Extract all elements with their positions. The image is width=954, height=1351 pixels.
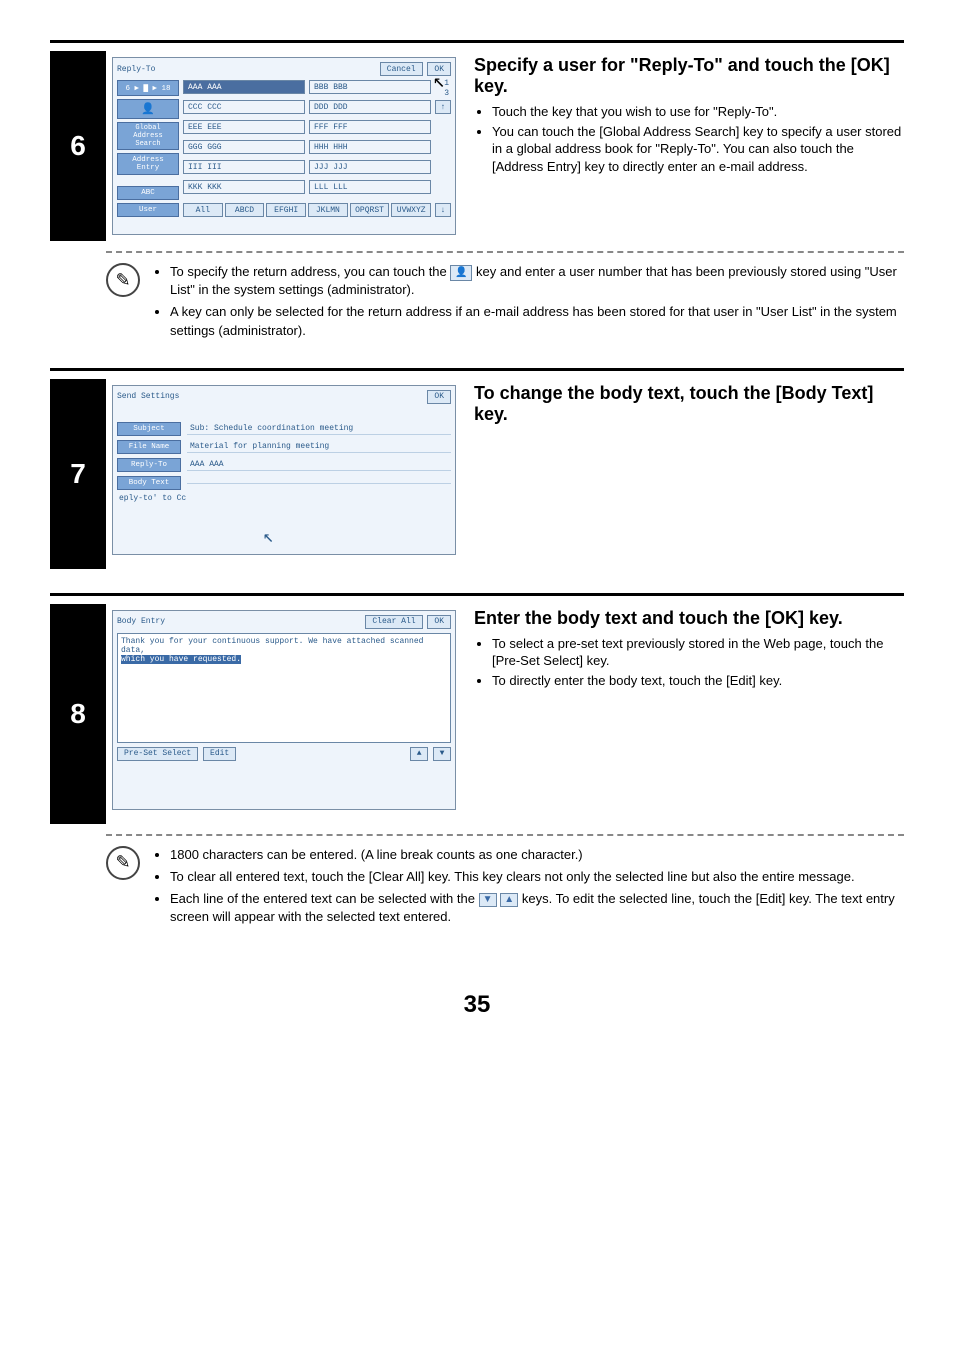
contact-key[interactable]: BBB BBB [309,80,431,94]
line-up-button[interactable]: ▲ [410,747,428,761]
address-entry-button[interactable]: Address Entry [117,153,179,175]
contact-key[interactable]: LLL LLL [309,180,431,194]
tab-abcd[interactable]: ABCD [225,203,265,217]
contact-key[interactable]: GGG GGG [183,140,305,154]
body-text-button[interactable]: Body Text [117,476,181,490]
contact-key[interactable]: EEE EEE [183,120,305,134]
file-name-button[interactable]: File Name [117,440,181,454]
subject-value: Sub: Schedule coordination meeting [187,423,451,435]
contacts-list: AAA AAA BBB BBB CCC CCC DDD DDD EEE EEE FFF… [183,80,431,217]
contact-key[interactable]: JJJ JJJ [309,160,431,174]
step-7: 7 Send Settings OK Subject Sub: Schedule… [50,379,904,569]
scroll-up-button[interactable]: ↑ [435,100,451,114]
ok-button[interactable]: OK [427,390,451,404]
step8-note-a: 1800 characters can be entered. (A line … [170,846,904,864]
user-sort-button[interactable]: User [117,203,179,217]
breadcrumb-counter: 6 ▶ ▇ ▶ 18 [117,80,179,96]
reply-to-value: AAA AAA [187,459,451,471]
tab-opqrst[interactable]: OPQRST [350,203,390,217]
scroll-down-button[interactable]: ↓ [435,203,451,217]
reply-to-panel: ↖ Reply-To Cancel OK 6 ▶ ▇ ▶ 18 👤 Global… [112,57,456,235]
contact-key[interactable]: AAA AAA [183,80,305,94]
preset-select-button[interactable]: Pre-Set Select [117,747,198,761]
contact-key[interactable]: CCC CCC [183,100,305,114]
contact-key[interactable]: FFF FFF [309,120,431,134]
note-icon: ✎ [106,846,140,880]
step8-heading: Enter the body text and touch the [OK] k… [474,608,904,629]
ok-button[interactable]: OK [427,615,451,629]
subject-button[interactable]: Subject [117,422,181,436]
send-settings-panel: Send Settings OK Subject Sub: Schedule c… [112,385,456,555]
step-6: 6 ↖ Reply-To Cancel OK 6 ▶ ▇ ▶ 18 👤 Glob… [50,51,904,241]
contact-key[interactable]: DDD DDD [309,100,431,114]
step8-note-c: Each line of the entered text can be sel… [170,890,904,926]
step-number: 7 [50,379,106,569]
step8-note-b: To clear all entered text, touch the [Cl… [170,868,904,886]
contact-key[interactable]: HHH HHH [309,140,431,154]
panel-title: Body Entry [117,617,165,626]
step6-bullet: Touch the key that you wish to use for "… [492,103,904,121]
step-8: 8 Body Entry Clear All OK Thank you for … [50,604,904,824]
file-name-value: Material for planning meeting [187,441,451,453]
cursor-icon: ↖ [433,68,445,94]
panel-title: Send Settings [117,392,179,401]
contact-key[interactable]: KKK KKK [183,180,305,194]
step8-notes: ✎ 1800 characters can be entered. (A lin… [106,846,904,931]
reply-to-button[interactable]: Reply-To [117,458,181,472]
step6-heading: Specify a user for "Reply-To" and touch … [474,55,904,97]
tab-efghi[interactable]: EFGHI [266,203,306,217]
user-number-icon: 👤 [450,265,472,281]
step-number: 6 [50,51,106,241]
body-text-value [187,481,451,484]
step-number: 8 [50,604,106,824]
global-address-search-button[interactable]: Global Address Search [117,122,179,150]
tab-jklmn[interactable]: JKLMN [308,203,348,217]
user-number-icon[interactable]: 👤 [117,99,179,119]
abc-sort-button[interactable]: ABC [117,186,179,200]
step7-heading: To change the body text, touch the [Body… [474,383,904,425]
page-number: 35 [50,991,904,1019]
tab-uvwxyz[interactable]: UVWXYZ [391,203,431,217]
panel-title: Reply-To [117,65,155,74]
alpha-tabs: All ABCD EFGHI JKLMN OPQRST UVWXYZ [183,203,431,217]
contact-key[interactable]: III III [183,160,305,174]
cc-checkbox-label[interactable]: eply-to' to Cc [117,494,451,503]
down-arrow-icon: ▼ [479,893,497,907]
step6-notes: ✎ To specify the return address, you can… [106,263,904,344]
tab-all[interactable]: All [183,203,223,217]
cancel-button[interactable]: Cancel [380,62,423,76]
step8-bullet: To directly enter the body text, touch t… [492,672,904,690]
note-icon: ✎ [106,263,140,297]
edit-button[interactable]: Edit [203,747,236,761]
step6-note-a: To specify the return address, you can t… [170,263,904,299]
body-textarea[interactable]: Thank you for your continuous support. W… [117,633,451,743]
step8-bullet: To select a pre-set text previously stor… [492,635,904,670]
body-entry-panel: Body Entry Clear All OK Thank you for yo… [112,610,456,810]
clear-all-button[interactable]: Clear All [365,615,422,629]
up-arrow-icon: ▲ [500,893,518,907]
cursor-icon: ↖ [263,526,274,548]
step6-bullet: You can touch the [Global Address Search… [492,123,904,176]
step6-note-b: A key can only be selected for the retur… [170,303,904,339]
line-down-button[interactable]: ▼ [433,747,451,761]
